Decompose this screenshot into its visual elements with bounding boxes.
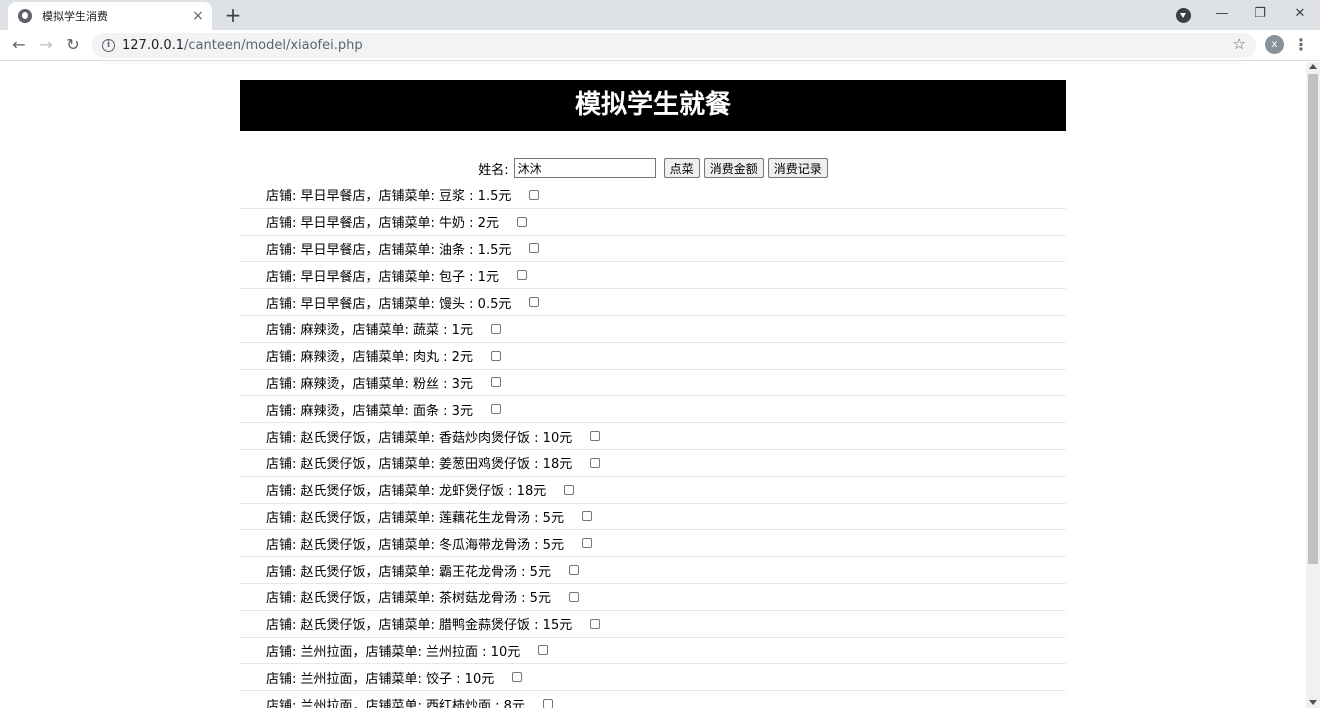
menu-item-checkbox[interactable] [516, 270, 527, 281]
menu-item-checkbox[interactable] [490, 404, 501, 415]
menu-item-checkbox[interactable] [590, 618, 601, 629]
tab-close-icon[interactable]: × [190, 8, 206, 24]
menu-list: 店铺: 早日早餐店，店铺菜单: 豆浆 : 1.5元 店铺: 早日早餐店，店铺菜单… [240, 182, 1066, 708]
amount-button[interactable]: 消费金额 [703, 158, 764, 178]
menu-item: 店铺: 赵氏煲仔饭，店铺菜单: 茶树菇龙骨汤 : 5元 [240, 584, 1066, 611]
globe-icon [18, 9, 32, 23]
order-form: 姓名: 点菜 消费金额 消费记录 [240, 156, 1066, 180]
menu-item: 店铺: 赵氏煲仔饭，店铺菜单: 龙虾煲仔饭 : 18元 [240, 477, 1066, 504]
browser-toolbar: ← → ↻ i 127.0.0.1/canteen/model/xiaofei.… [0, 30, 1320, 61]
menu-item-text: 店铺: 兰州拉面，店铺菜单: 西红柿炒面 : 8元 [266, 698, 525, 708]
menu-item: 店铺: 兰州拉面，店铺菜单: 兰州拉面 : 10元 [240, 638, 1066, 665]
name-label: 姓名: [478, 162, 509, 178]
menu-item-text: 店铺: 麻辣烫，店铺菜单: 肉丸 : 2元 [266, 350, 473, 366]
menu-item-text: 店铺: 麻辣烫，店铺菜单: 面条 : 3元 [266, 403, 473, 419]
menu-item: 店铺: 赵氏煲仔饭，店铺菜单: 姜葱田鸡煲仔饭 : 18元 [240, 450, 1066, 477]
menu-item-checkbox[interactable] [516, 216, 527, 227]
new-tab-button[interactable]: + [222, 4, 244, 26]
menu-item: 店铺: 麻辣烫，店铺菜单: 粉丝 : 3元 [240, 370, 1066, 397]
menu-item: 店铺: 赵氏煲仔饭，店铺菜单: 莲藕花生龙骨汤 : 5元 [240, 504, 1066, 531]
menu-item-text: 店铺: 赵氏煲仔饭，店铺菜单: 姜葱田鸡煲仔饭 : 18元 [266, 457, 573, 473]
url-path: /canteen/model/xiaofei.php [184, 38, 363, 53]
menu-item-checkbox[interactable] [512, 672, 523, 683]
menu-item-text: 店铺: 早日早餐店，店铺菜单: 包子 : 1元 [266, 269, 499, 285]
menu-item-checkbox[interactable] [490, 323, 501, 334]
name-input[interactable] [513, 158, 656, 178]
browser-tab-bar: 模拟学生消费 × + — ❐ ✕ [0, 0, 1320, 30]
menu-item-text: 店铺: 赵氏煲仔饭，店铺菜单: 香菇炒肉煲仔饭 : 10元 [266, 430, 573, 446]
menu-item-checkbox[interactable] [538, 645, 549, 656]
forward-icon[interactable]: → [35, 34, 57, 56]
menu-item-checkbox[interactable] [529, 189, 540, 200]
menu-item-checkbox[interactable] [564, 484, 575, 495]
browser-tab[interactable]: 模拟学生消费 × [8, 2, 212, 30]
menu-item-text: 店铺: 赵氏煲仔饭，店铺菜单: 腊鸭金蒜煲仔饭 : 15元 [266, 618, 573, 634]
url-host: 127.0.0.1 [122, 38, 185, 53]
menu-item-text: 店铺: 赵氏煲仔饭，店铺菜单: 莲藕花生龙骨汤 : 5元 [266, 510, 564, 526]
menu-item: 店铺: 赵氏煲仔饭，店铺菜单: 腊鸭金蒜煲仔饭 : 15元 [240, 611, 1066, 638]
restore-icon[interactable]: ❐ [1248, 4, 1272, 24]
records-button[interactable]: 消费记录 [767, 158, 828, 178]
menu-item-text: 店铺: 麻辣烫，店铺菜单: 粉丝 : 3元 [266, 376, 473, 392]
menu-item-checkbox[interactable] [568, 565, 579, 576]
menu-item: 店铺: 兰州拉面，店铺菜单: 西红柿炒面 : 8元 [240, 691, 1066, 708]
menu-item: 店铺: 早日早餐店，店铺菜单: 油条 : 1.5元 [240, 236, 1066, 263]
menu-item-checkbox[interactable] [529, 243, 540, 254]
scroll-thumb[interactable] [1308, 74, 1318, 564]
scroll-up-arrow-icon[interactable] [1309, 64, 1317, 69]
menu-item-checkbox[interactable] [568, 591, 579, 602]
menu-item-checkbox[interactable] [490, 350, 501, 361]
minimize-icon[interactable]: — [1210, 4, 1234, 24]
page-title: 模拟学生就餐 [240, 80, 1066, 131]
info-icon[interactable]: i [102, 39, 115, 52]
menu-item: 店铺: 麻辣烫，店铺菜单: 蔬菜 : 1元 [240, 316, 1066, 343]
menu-item-text: 店铺: 赵氏煲仔饭，店铺菜单: 龙虾煲仔饭 : 18元 [266, 484, 547, 500]
menu-item: 店铺: 兰州拉面，店铺菜单: 饺子 : 10元 [240, 664, 1066, 692]
profile-avatar[interactable]: x [1265, 35, 1284, 54]
menu-item-checkbox[interactable] [590, 431, 601, 442]
menu-item: 店铺: 赵氏煲仔饭，店铺菜单: 霸王花龙骨汤 : 5元 [240, 557, 1066, 584]
menu-item-checkbox[interactable] [581, 511, 592, 522]
url-text: 127.0.0.1/canteen/model/xiaofei.php [122, 38, 363, 53]
menu-item: 店铺: 早日早餐店，店铺菜单: 豆浆 : 1.5元 [240, 182, 1066, 209]
menu-item-text: 店铺: 早日早餐店，店铺菜单: 油条 : 1.5元 [266, 242, 512, 258]
menu-item: 店铺: 赵氏煲仔饭，店铺菜单: 香菇炒肉煲仔饭 : 10元 [240, 423, 1066, 450]
menu-item-text: 店铺: 麻辣烫，店铺菜单: 蔬菜 : 1元 [266, 323, 473, 339]
reload-icon[interactable]: ↻ [62, 34, 84, 56]
menu-item-checkbox[interactable] [581, 538, 592, 549]
menu-item-text: 店铺: 兰州拉面，店铺菜单: 兰州拉面 : 10元 [266, 644, 521, 660]
menu-item: 店铺: 早日早餐店，店铺菜单: 馒头 : 0.5元 [240, 289, 1066, 316]
menu-item-text: 店铺: 早日早餐店，店铺菜单: 豆浆 : 1.5元 [266, 189, 512, 205]
menu-item-checkbox[interactable] [590, 457, 601, 468]
page-viewport: 模拟学生就餐 姓名: 点菜 消费金额 消费记录 店铺: 早日早餐店，店铺菜单: … [0, 62, 1306, 708]
bookmark-star-icon[interactable]: ☆ [1233, 35, 1246, 53]
menu-item-text: 店铺: 赵氏煲仔饭，店铺菜单: 霸王花龙骨汤 : 5元 [266, 564, 551, 580]
menu-item-checkbox[interactable] [490, 377, 501, 388]
menu-item: 店铺: 麻辣烫，店铺菜单: 肉丸 : 2元 [240, 343, 1066, 370]
menu-item: 店铺: 早日早餐店，店铺菜单: 包子 : 1元 [240, 262, 1066, 290]
menu-item-text: 店铺: 早日早餐店，店铺菜单: 馒头 : 0.5元 [266, 296, 512, 312]
address-bar[interactable]: i 127.0.0.1/canteen/model/xiaofei.php ☆ [92, 33, 1256, 58]
window-close-icon[interactable]: ✕ [1288, 4, 1312, 24]
menu-item-text: 店铺: 兰州拉面，店铺菜单: 饺子 : 10元 [266, 671, 495, 687]
order-button[interactable]: 点菜 [663, 158, 700, 178]
back-icon[interactable]: ← [8, 34, 30, 56]
menu-item: 店铺: 赵氏煲仔饭，店铺菜单: 冬瓜海带龙骨汤 : 5元 [240, 530, 1066, 558]
tab-title: 模拟学生消费 [42, 10, 108, 23]
menu-item-checkbox[interactable] [529, 297, 540, 308]
vertical-scrollbar[interactable] [1306, 62, 1320, 708]
menu-item-text: 店铺: 赵氏煲仔饭，店铺菜单: 茶树菇龙骨汤 : 5元 [266, 591, 551, 607]
menu-item-checkbox[interactable] [542, 699, 553, 708]
scroll-down-arrow-icon[interactable] [1309, 700, 1317, 705]
menu-item: 店铺: 早日早餐店，店铺菜单: 牛奶 : 2元 [240, 209, 1066, 236]
menu-item-text: 店铺: 赵氏煲仔饭，店铺菜单: 冬瓜海带龙骨汤 : 5元 [266, 537, 564, 553]
menu-item-text: 店铺: 早日早餐店，店铺菜单: 牛奶 : 2元 [266, 216, 499, 232]
menu-kebab-icon[interactable]: ⋮ [1293, 34, 1309, 56]
menu-item: 店铺: 麻辣烫，店铺菜单: 面条 : 3元 [240, 396, 1066, 424]
tab-search-icon[interactable] [1176, 8, 1191, 23]
